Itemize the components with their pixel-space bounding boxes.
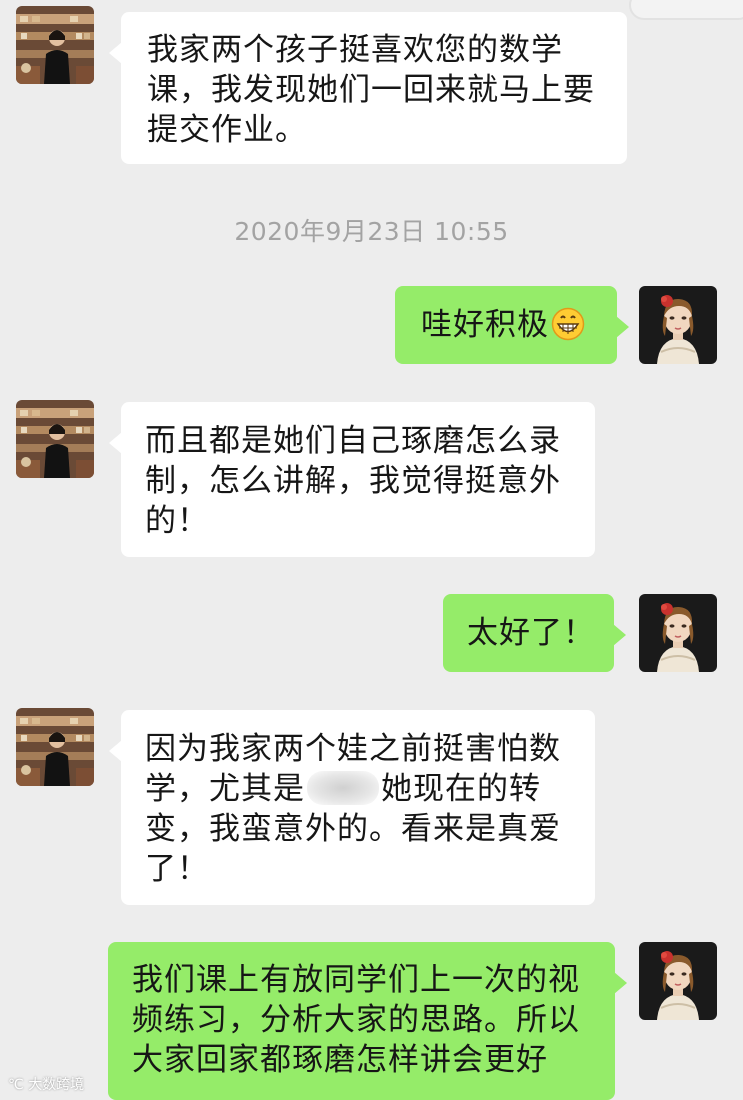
watermark: ℃ 大数跨境 (8, 1074, 84, 1094)
avatar-image (639, 286, 717, 364)
contact-avatar[interactable] (16, 708, 94, 786)
message-text-line: 的！ (145, 503, 209, 539)
avatar-image (16, 400, 94, 478)
blurred-name-redaction (307, 771, 379, 805)
message-bubble-incoming[interactable]: 我家两个孩子挺喜欢您的数学 课，我发现她们一回来就马上要 提交作业。 (109, 12, 627, 164)
message-text-line: 课，我发现她们一回来就马上要 (147, 72, 595, 108)
message-text-line: 学，尤其是 她现在的转 (145, 769, 577, 809)
message-text-line: 了！ (145, 851, 209, 887)
message-bubble-incoming[interactable]: 而且都是她们自己琢磨怎么录 制，怎么讲解，我觉得挺意外 的！ (109, 402, 595, 557)
message-text-line: 频练习，分析大家的思路。所以 (132, 1002, 580, 1038)
message-bubble-incoming[interactable]: 因为我家两个娃之前挺害怕数 学，尤其是 她现在的转 变，我蛮意外的。看来是真爱 了… (109, 710, 595, 905)
message-text-line: 变，我蛮意外的。看来是真爱 (145, 811, 561, 847)
message-bubble-outgoing[interactable]: 我们课上有放同学们上一次的视 频练习，分析大家的思路。所以 大家回家都琢磨怎样讲… (108, 942, 627, 1100)
message-text: 哇好积极 (421, 307, 549, 343)
message-bubble-outgoing[interactable]: 哇好积极 (395, 286, 629, 364)
avatar-image (639, 594, 717, 672)
user-avatar[interactable] (639, 286, 717, 364)
watermark-icon: ℃ (8, 1077, 29, 1093)
contact-avatar[interactable] (16, 400, 94, 478)
grinning-face-emoji-icon (551, 307, 585, 351)
message-text-line: 我家两个孩子挺喜欢您的数学 (147, 32, 563, 68)
avatar-image (16, 6, 94, 84)
message-text-line: 大家回家都琢磨怎样讲会更好 (132, 1042, 548, 1078)
message-text-line: 因为我家两个娃之前挺害怕数 (145, 731, 561, 767)
user-avatar[interactable] (639, 942, 717, 1020)
user-avatar[interactable] (639, 594, 717, 672)
chat-timestamp: 2020年9月23日 10:55 (234, 217, 509, 246)
message-text-line: 我们课上有放同学们上一次的视 (132, 962, 580, 998)
message-text-line: 而且都是她们自己琢磨怎么录 (145, 423, 561, 459)
message-text-segment: 学，尤其是 (145, 771, 305, 807)
message-text-segment: 她现在的转 (381, 771, 541, 807)
avatar-image (639, 942, 717, 1020)
message-text-line: 制，怎么讲解，我觉得挺意外 (145, 463, 561, 499)
message-text-line: 提交作业。 (147, 112, 307, 148)
message-text: 太好了！ (467, 615, 595, 651)
message-bubble-outgoing[interactable]: 太好了！ (443, 594, 626, 672)
watermark-text: 大数跨境 (28, 1077, 85, 1093)
contact-avatar[interactable] (16, 6, 94, 84)
avatar-image (16, 708, 94, 786)
top-overlay-edge (629, 0, 743, 20)
